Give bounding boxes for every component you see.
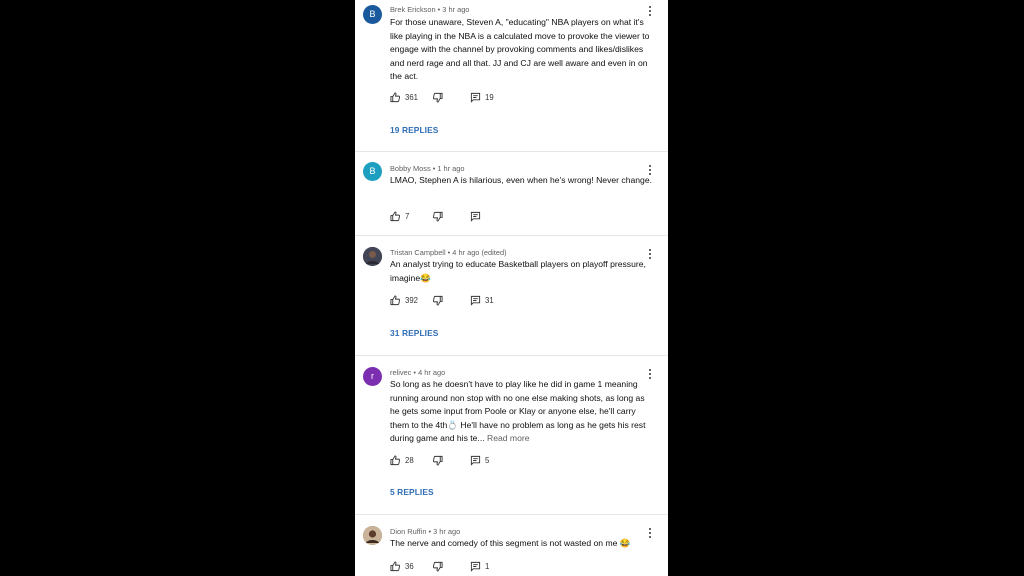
profile-photo-icon [363,247,382,266]
thumbs-up-icon [390,561,401,572]
comment-author[interactable]: Tristan Campbell [390,248,446,257]
comments-panel: B Brek Erickson • 3 hr ago For those una… [355,0,668,576]
reply-button[interactable]: 19 [470,92,494,103]
like-count: 361 [405,93,419,102]
comment-icon [470,561,481,572]
thumbs-up-icon [390,295,401,306]
comment-item: B Brek Erickson • 3 hr ago For those una… [355,0,668,152]
reply-count: 5 [485,456,490,465]
dislike-button[interactable] [432,211,447,222]
avatar[interactable]: r [363,367,382,386]
dislike-button[interactable] [432,92,447,103]
comment-time: 3 hr ago [442,5,470,14]
thumbs-down-icon [432,295,443,306]
reply-button[interactable]: 1 [470,561,489,572]
like-button[interactable]: 36 [390,561,414,572]
avatar[interactable] [363,526,382,545]
thumbs-down-icon [432,211,443,222]
comment-text: An analyst trying to educate Basketball … [390,259,646,283]
comment-author[interactable]: Dion Ruffin [390,527,426,536]
view-replies-link[interactable]: 31 REPLIES [390,328,438,338]
comment-icon [470,211,481,222]
comment-time: 4 hr ago (edited) [452,248,507,257]
like-button[interactable]: 361 [390,92,418,103]
comment-item: B Bobby Moss • 1 hr ago LMAO, Stephen A … [355,152,668,236]
reply-count: 1 [485,562,490,571]
like-count: 392 [405,296,419,305]
comment-time: 1 hr ago [437,164,465,173]
comment-time: 3 hr ago [433,527,461,536]
reply-button[interactable]: 5 [470,455,489,466]
read-more-link[interactable]: Read more [487,433,530,443]
view-replies-link[interactable]: 19 REPLIES [390,125,438,135]
comment-icon [470,455,481,466]
comment-item: Dion Ruffin • 3 hr ago The nerve and com… [355,515,668,576]
profile-photo-icon [363,526,382,545]
thumbs-down-icon [432,92,443,103]
avatar[interactable] [363,247,382,266]
reply-button[interactable] [470,211,485,222]
comment-icon [470,92,481,103]
thumbs-down-icon [432,561,443,572]
comment-text: LMAO, Stephen A is hilarious, even when … [390,175,652,185]
like-count: 7 [405,212,410,221]
thumbs-down-icon [432,455,443,466]
avatar[interactable]: B [363,162,382,181]
comment-item: r relivec • 4 hr ago So long as he doesn… [355,356,668,514]
like-count: 36 [405,562,414,571]
comment-icon [470,295,481,306]
like-button[interactable]: 7 [390,211,409,222]
comment-author[interactable]: Brek Erickson [390,5,436,14]
comment-author[interactable]: relivec [390,368,411,377]
like-button[interactable]: 392 [390,295,418,306]
comment-meta: Dion Ruffin • 3 hr ago [390,527,461,536]
comment-text: For those unaware, Steven A, "educating"… [390,17,650,82]
reply-button[interactable]: 31 [470,295,494,306]
comment-text-container: So long as he doesn't have to play like … [390,378,652,446]
dislike-button[interactable] [432,561,447,572]
comment-meta: Tristan Campbell • 4 hr ago (edited) [390,248,507,257]
like-count: 28 [405,456,414,465]
comment-author[interactable]: Bobby Moss [390,164,431,173]
thumbs-up-icon [390,92,401,103]
reply-count: 31 [485,296,494,305]
avatar[interactable]: B [363,5,382,24]
dislike-button[interactable] [432,455,447,466]
reply-count: 19 [485,93,494,102]
comment-time: 4 hr ago [418,368,446,377]
comment-meta: relivec • 4 hr ago [390,368,446,377]
comment-item: Tristan Campbell • 4 hr ago (edited) An … [355,236,668,356]
comment-meta: Bobby Moss • 1 hr ago [390,164,465,173]
comment-text: The nerve and comedy of this segment is … [390,538,631,548]
like-button[interactable]: 28 [390,455,414,466]
thumbs-up-icon [390,211,401,222]
view-replies-link[interactable]: 5 REPLIES [390,487,434,497]
thumbs-up-icon [390,455,401,466]
dislike-button[interactable] [432,295,447,306]
comment-meta: Brek Erickson • 3 hr ago [390,5,470,14]
